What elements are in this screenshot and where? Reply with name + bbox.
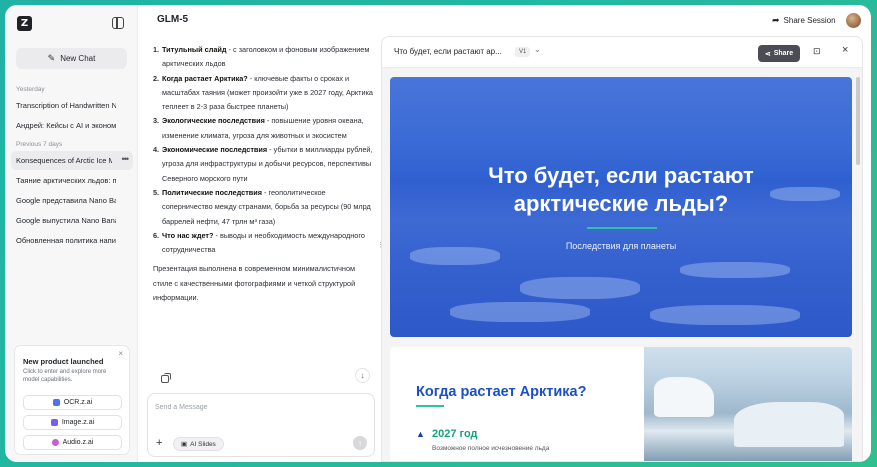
close-icon[interactable]: × (842, 44, 848, 56)
share-session-button[interactable]: ➦ Share Session (772, 15, 836, 26)
warning-icon: ▲ (416, 429, 425, 439)
message-input[interactable] (155, 400, 365, 414)
sidebar: Z ✎ New Chat Yesterday Transcription of … (5, 5, 138, 462)
z-logo-icon[interactable]: Z (17, 16, 32, 31)
message-composer: + ▣ AI Slides ↑ (147, 393, 375, 457)
ocr-icon (52, 399, 60, 406)
chat-history-item-active[interactable]: Konsequences of Arctic Ice Me ••• (11, 151, 133, 170)
title-slide: Что будет, если растают арктические льды… (390, 77, 852, 337)
slide-heading: Когда растает Арктика? (416, 384, 587, 400)
copy-icon[interactable] (161, 373, 171, 383)
ocr-link-button[interactable]: OCR.z.ai (23, 395, 122, 410)
glacier-shape (734, 402, 844, 447)
list-item: 1. Титульный слайд - с заголовком и фонов… (153, 45, 370, 69)
image-icon (50, 419, 58, 426)
plus-icon[interactable]: + (156, 437, 162, 449)
avatar[interactable] (846, 13, 861, 28)
preview-title: Что будет, если растают ар... (394, 47, 502, 56)
list-item: 6. Что нас ждет? - выводы и необходимость… (153, 230, 365, 255)
sidebar-toggle-icon[interactable] (112, 17, 124, 29)
chat-history-item[interactable]: Google представила Nano Banana (11, 191, 133, 210)
ice-floe (520, 277, 640, 299)
message-summary: Презентация выполнена в современном мини… (153, 264, 356, 303)
list-item: 3. Экологические последствия - повышение … (153, 116, 364, 140)
more-options-icon[interactable]: ••• (122, 154, 130, 164)
slide-subtitle: Последствия для планеты (565, 241, 677, 251)
accent-bar (416, 405, 444, 407)
ai-slides-toggle[interactable]: ▣ AI Slides (173, 437, 224, 451)
slide-title: Что будет, если растают арктические льды… (488, 163, 754, 216)
promo-title: New product launched (23, 357, 104, 366)
share-icon: ⋖ (764, 50, 771, 58)
year-label: 2027 год (432, 428, 478, 440)
edit-icon: ✎ (47, 53, 56, 63)
section-previous-7-days: Previous 7 days (16, 141, 63, 148)
scroll-down-icon[interactable]: ↓ (355, 368, 370, 383)
chevron-down-icon[interactable]: ⌄ (534, 45, 541, 54)
assistant-message: 1. Титульный слайд - с заголовком и фонов… (153, 43, 373, 305)
list-item: 4. Экономические последствия - убытки в м… (153, 145, 373, 183)
present-icon[interactable]: ⊡ (813, 46, 821, 57)
new-chat-label: New Chat (60, 54, 96, 63)
chat-history-item[interactable]: Обновленная политика написани (11, 231, 133, 250)
scrollbar[interactable] (856, 77, 860, 165)
preview-header: Что будет, если растают ар... V1 ⌄ ⋖ Sha… (382, 37, 862, 68)
ice-floe (650, 305, 800, 325)
glacier-photo (644, 347, 852, 461)
image-link-button[interactable]: Image.z.ai (23, 415, 122, 430)
model-title[interactable]: GLM-5 (157, 14, 188, 25)
list-item: 2. Когда растает Арктика? - ключевые факт… (153, 73, 373, 112)
slides-icon: ▣ (181, 441, 188, 448)
ice-floe (680, 262, 790, 278)
chat-history-item[interactable]: Андрей: Кейсы с AI и экономия н (11, 116, 133, 135)
year-note: Возможное полное исчезновение льда (432, 445, 550, 452)
new-chat-button[interactable]: ✎ New Chat (16, 48, 127, 69)
chat-history-item[interactable]: Transcription of Handwritten Note (11, 96, 133, 115)
chat-history-item[interactable]: Таяние арктических льдов: после (11, 171, 133, 190)
app-window: Z ✎ New Chat Yesterday Transcription of … (5, 5, 871, 462)
arctic-timing-slide: Когда растает Арктика? ▲ 2027 год Возмож… (390, 347, 852, 461)
slides-preview-panel: Что будет, если растают ар... V1 ⌄ ⋖ Sha… (381, 36, 863, 462)
audio-link-button[interactable]: Audio.z.ai (23, 435, 122, 450)
chat-history-item[interactable]: Google выпустила Nano Banana 2 (11, 211, 133, 230)
share-button[interactable]: ⋖ Share (758, 45, 800, 62)
version-badge[interactable]: V1 (515, 47, 531, 57)
glacier-shape (654, 377, 714, 417)
ice-floe (450, 302, 590, 322)
section-yesterday: Yesterday (16, 86, 45, 93)
accent-bar (587, 227, 657, 229)
audio-icon (51, 439, 59, 446)
chat-panel: GLM-5 1. Титульный слайд - с заголовком и… (138, 5, 380, 462)
new-product-card: × New product launched Click to enter an… (14, 345, 130, 455)
slide-outline-list: 1. Титульный слайд - с заголовком и фонов… (153, 43, 373, 257)
send-icon[interactable]: ↑ (353, 436, 367, 450)
list-item: 5. Политические последствия - геополитиче… (153, 187, 371, 226)
share-icon: ➦ (772, 15, 780, 25)
promo-description: Click to enter and explore more model ca… (23, 369, 107, 383)
close-icon[interactable]: × (118, 349, 123, 358)
